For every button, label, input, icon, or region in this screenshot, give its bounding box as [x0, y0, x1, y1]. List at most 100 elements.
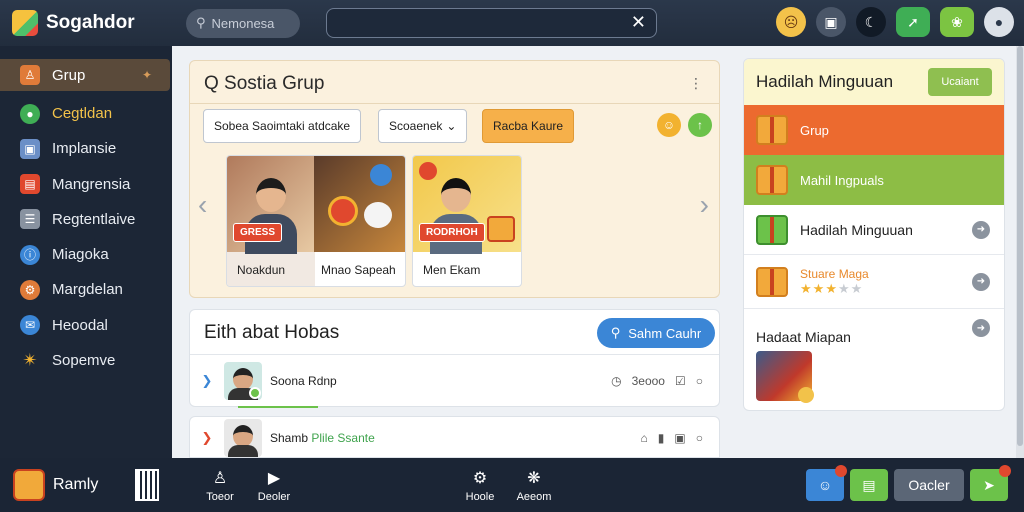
sidebar-item-grup[interactable]: ♙ Grup ✦ [0, 59, 170, 91]
card-caption: Noakdun [227, 252, 315, 286]
bottom-tab-label: Deoler [257, 491, 291, 503]
sidebar-item-heoodal[interactable]: ✉ Heoodal [0, 308, 172, 343]
sidebar-item-implansie[interactable]: ▣ Implansie [0, 131, 172, 166]
arrow-icon[interactable]: ➜ [972, 319, 990, 337]
list-item-name: Soona Rdnp [270, 374, 337, 388]
circle-icon[interactable]: ○ [696, 431, 703, 445]
calendar-icon: ▤ [20, 174, 40, 195]
gift-icon [756, 165, 788, 195]
smile-icon [798, 387, 814, 403]
pin-icon[interactable]: ➚ [896, 7, 930, 37]
filter-chip-3[interactable]: Racba Kaure [482, 109, 575, 143]
weekly-item[interactable]: Hadilah Minguuan ➜ [744, 205, 1004, 255]
app-logo-icon [12, 10, 38, 36]
bottom-tab-3[interactable]: ⚙ Hoole [460, 468, 500, 503]
bottom-tab-label: Toeor [206, 491, 234, 503]
list-item-name: Shamb [270, 431, 309, 445]
star-empty-icon: ★ [850, 280, 864, 296]
group-card-3[interactable]: RODRHOH Men Ekam [412, 155, 522, 287]
bottom-tab-label: Aeeom [516, 491, 552, 503]
moon-icon[interactable]: ☾ [856, 7, 886, 37]
bottom-tab-4[interactable]: ❋ Aeeom [514, 468, 554, 503]
arrow-icon[interactable]: ➜ [972, 272, 990, 291]
smile-icon[interactable]: ☺ [657, 113, 681, 137]
sidebar: ♙ Grup ✦ ● Cegtldan ▣ Implansie ▤ Mangre… [0, 46, 172, 458]
upload-icon[interactable]: ↑ [688, 113, 712, 137]
progress-bar [238, 406, 318, 408]
group-icon: ♙ [20, 65, 40, 85]
arrow-icon[interactable]: ➜ [972, 220, 990, 239]
top-actions: ☹ ▣ ☾ ➚ ❀ ● [776, 7, 1014, 37]
sidebar-item-miagoka[interactable]: ⓘ Miagoka [0, 237, 172, 272]
sidebar-item-regtentlaive[interactable]: ☰ Regtentlaive [0, 202, 172, 237]
bookmark-icon[interactable]: ▮ [658, 431, 665, 445]
sidebar-item-mangrensia[interactable]: ▤ Mangrensia [0, 167, 172, 202]
star-icon: ✴ [22, 350, 38, 371]
people-icon: ♙ [212, 470, 228, 487]
sidebar-item-label: Margdelan [52, 281, 123, 299]
divider [190, 103, 719, 104]
more-options-icon[interactable]: ⋮ [689, 75, 703, 92]
list-item[interactable]: ❯ Shamb Plile Ssante ⌂ ▮ ▣ ○ [189, 416, 720, 458]
profile-face-icon[interactable]: ☹ [776, 7, 806, 37]
main-content: Q Sostia Grup ⋮ Sobea Saoimtaki atdcake … [172, 46, 1024, 458]
circle-icon[interactable]: ○ [696, 374, 703, 388]
carousel-prev-icon[interactable]: ‹ [198, 189, 207, 221]
app-title: Sogahdor [46, 12, 135, 33]
weekly-item[interactable]: Hadaat Miapan ➜ [744, 309, 1004, 345]
sidebar-item-label: Cegtldan [52, 105, 113, 122]
bottom-tab-2[interactable]: ▶ Deoler [254, 468, 294, 503]
character-icon [370, 164, 393, 186]
list-item[interactable]: ❯ Soona Rdnp ◷ 3eooo ☑ ○ [190, 355, 719, 407]
card-image: RODRHOH [413, 156, 521, 254]
list-item-highlight: Plile Ssante [311, 431, 375, 445]
sidebar-item-sopemve[interactable]: ✴ Sopemve [0, 343, 172, 378]
filter-chip-1[interactable]: Sobea Saoimtaki atdcake [203, 109, 362, 143]
game-art-image [314, 156, 405, 252]
bottom-app-name: Ramly [53, 476, 99, 493]
character-icon [328, 196, 359, 226]
weekly-panel-title: Hadilah Minguuan [756, 72, 894, 91]
pin-icon[interactable]: ✦ [142, 68, 152, 82]
group-panel: Q Sostia Grup ⋮ Sobea Saoimtaki atdcake … [189, 60, 720, 298]
star-empty-icon: ★ [837, 280, 851, 296]
bottom-tab-1[interactable]: ♙ Toeor [200, 468, 240, 503]
gift-icon [756, 115, 788, 145]
search-input[interactable]: ✕ [326, 8, 657, 38]
search-pill[interactable]: ⚲ Nemonesa [186, 8, 300, 38]
user-icon[interactable]: ● [984, 7, 1014, 37]
weekly-item[interactable]: Stuare Maga ★★★★★ ➜ [744, 255, 1004, 309]
leaf-icon[interactable]: ❀ [940, 7, 974, 37]
action-button[interactable]: Oacler [894, 469, 964, 501]
game-logo-icon[interactable] [13, 469, 45, 501]
window-icon[interactable]: ▣ [674, 431, 685, 445]
clear-icon[interactable]: ✕ [631, 12, 646, 33]
search-icon: ⚲ [196, 15, 206, 30]
weekly-band-label: Mahil Ingpuals [800, 172, 884, 188]
avatar[interactable]: ☺ [806, 465, 847, 501]
scrollbar[interactable] [1016, 46, 1024, 458]
thumbnail-image[interactable] [756, 351, 814, 403]
home-icon[interactable]: ⌂ [641, 431, 648, 445]
weekly-band-mahil[interactable]: Mahil Ingpuals [744, 155, 1004, 205]
card-image: GRESS [227, 156, 315, 254]
window-icon[interactable]: ▣ [816, 7, 846, 37]
carousel-next-icon[interactable]: › [700, 189, 709, 221]
calendar-icon[interactable]: ▤ [850, 469, 888, 501]
group-card-1[interactable]: GRESS Noakdun Mnao Sapeah [226, 155, 406, 287]
sidebar-item-label: Mangrensia [52, 175, 131, 193]
bottom-tab-label: Hoole [465, 491, 495, 503]
weekly-band-grup[interactable]: Grup [744, 105, 1004, 155]
search-button[interactable]: ⚲ Sahm Cauhr [597, 318, 715, 348]
notification-badge [835, 465, 847, 477]
weekly-action-button[interactable]: Ucaiant [928, 68, 992, 96]
weekly-panel-header: Hadilah Minguuan Ucaiant [744, 59, 1004, 105]
weekly-item-label: Hadaat Miapan [756, 329, 851, 345]
sidebar-item-cegtldan[interactable]: ● Cegtldan [0, 96, 172, 131]
qr-code-icon[interactable] [135, 469, 159, 501]
scrollbar-thumb[interactable] [1017, 46, 1023, 446]
search-icon: ⚲ [610, 325, 621, 340]
sidebar-item-margdelan[interactable]: ⚙ Margdelan [0, 272, 172, 307]
send-icon[interactable]: ➤ [970, 465, 1011, 501]
filter-chip-2[interactable]: Scoaenek ⌄ [378, 109, 468, 143]
